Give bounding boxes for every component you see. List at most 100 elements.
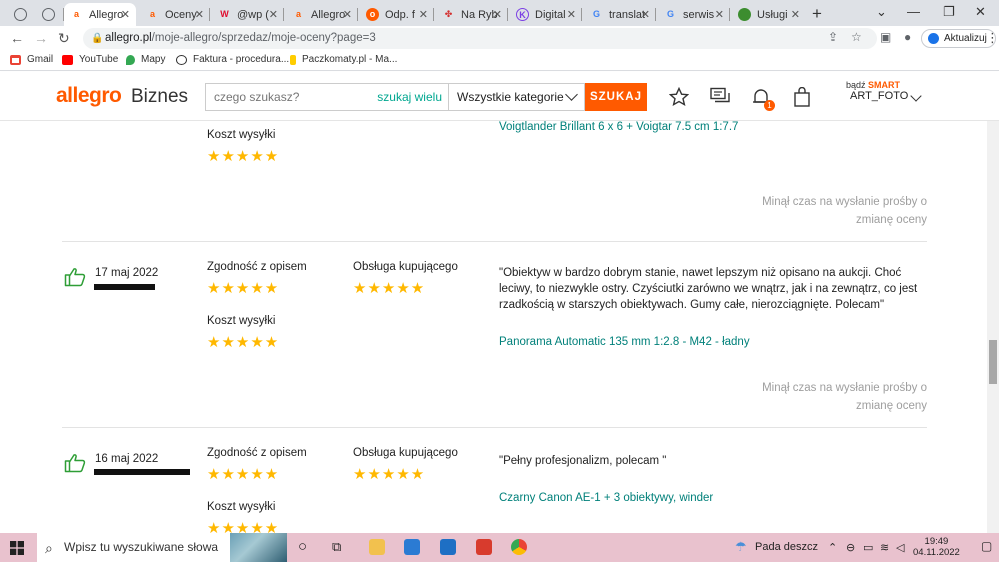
bookmark-youtube[interactable]: YouTube bbox=[62, 54, 118, 65]
browser-tab[interactable]: K Digital ✕ bbox=[510, 3, 582, 26]
close-icon[interactable]: ✕ bbox=[343, 8, 352, 21]
bookmark-maps[interactable]: Mapy bbox=[126, 54, 165, 65]
window-close-icon[interactable]: ✕ bbox=[975, 4, 986, 20]
browser-tab-active[interactable]: a Allegro ✕ bbox=[64, 3, 136, 26]
new-tab-icon[interactable]: + bbox=[812, 4, 822, 24]
scrollbar-thumb[interactable] bbox=[989, 340, 997, 384]
tab-label: Usługi bbox=[757, 8, 788, 21]
close-icon[interactable]: ✕ bbox=[121, 8, 130, 21]
reviews-list: Koszt wysyłki ★★★★★ Voigtlander Brillant… bbox=[0, 121, 987, 533]
offer-link[interactable]: Voigtlander Brillant 6 x 6 + Voigtar 7.5… bbox=[499, 121, 738, 133]
wifi-icon[interactable]: ≋ bbox=[880, 541, 889, 554]
messages-icon[interactable] bbox=[710, 87, 731, 107]
share-icon[interactable]: ⇪ bbox=[828, 30, 838, 44]
offer-link[interactable]: Czarny Canon AE-1 + 3 obiektywy, winder bbox=[499, 492, 713, 504]
close-icon[interactable]: ✕ bbox=[493, 8, 502, 21]
browser-tab[interactable]: o Odp. f ✕ bbox=[360, 3, 434, 26]
redacted-buyer bbox=[94, 469, 190, 475]
tab-label: serwis bbox=[683, 8, 715, 21]
taskbar: ⌕ Wpisz tu wyszukiwane słowa ○ ⧉ ☂ Pada … bbox=[0, 533, 999, 562]
minimize-icon[interactable]: — bbox=[907, 4, 920, 19]
notifications-icon[interactable]: ▢ bbox=[981, 539, 992, 553]
task-view-icon[interactable]: ⧉ bbox=[332, 539, 341, 555]
browser-tab[interactable]: a Allegro ✕ bbox=[286, 3, 358, 26]
search-placeholder: czego szukasz? bbox=[214, 90, 300, 104]
browser-tab[interactable]: G translat ✕ bbox=[584, 3, 656, 26]
bookmarks-bar: Gmail YouTube Mapy Faktura - procedura..… bbox=[0, 51, 999, 71]
notification-badge: 1 bbox=[764, 100, 775, 111]
weather-label[interactable]: Pada deszcz bbox=[755, 541, 818, 553]
battery-icon[interactable]: ▭ bbox=[863, 541, 873, 554]
file-explorer-icon[interactable] bbox=[369, 539, 385, 555]
side-panel-icon[interactable]: ▣ bbox=[880, 30, 891, 44]
browser-tab[interactable]: Usługi ✕ bbox=[732, 3, 806, 26]
cart-bag-icon[interactable] bbox=[793, 87, 811, 107]
star-outline-icon[interactable] bbox=[669, 87, 689, 107]
gift-app-icon[interactable] bbox=[476, 539, 492, 555]
rating-stars: ★★★★★ bbox=[353, 466, 426, 483]
review-comment: "Obiektyw w bardzo dobrym stanie, nawet … bbox=[499, 267, 918, 311]
browser-tab[interactable]: G serwis ✕ bbox=[658, 3, 730, 26]
allegro-logo[interactable]: allegro bbox=[56, 84, 122, 108]
browser-tab[interactable] bbox=[8, 3, 36, 26]
close-icon[interactable]: ✕ bbox=[791, 8, 800, 21]
search-button[interactable]: SZUKAJ bbox=[585, 83, 647, 111]
maps-pin-icon bbox=[126, 54, 135, 65]
forward-arrow-icon[interactable]: → bbox=[34, 30, 48, 46]
close-icon[interactable]: ✕ bbox=[419, 8, 428, 21]
review-date: 16 maj 2022 bbox=[95, 453, 159, 465]
delivery-cost-label: Koszt wysyłki bbox=[207, 129, 276, 141]
offer-link[interactable]: Panorama Automatic 135 mm 1:2.8 - M42 - … bbox=[499, 336, 750, 348]
cortana-circle-icon[interactable]: ○ bbox=[298, 538, 307, 555]
tab-label: Digital bbox=[535, 8, 566, 21]
chrome-icon bbox=[42, 8, 55, 21]
windows-start-icon[interactable] bbox=[10, 541, 24, 555]
update-button[interactable]: Aktualizuj bbox=[921, 29, 996, 48]
description-label: Zgodność z opisem bbox=[207, 261, 307, 273]
youtube-icon bbox=[62, 54, 73, 65]
search-many-link[interactable]: szukaj wielu bbox=[377, 84, 442, 110]
maximize-icon[interactable]: ❐ bbox=[943, 4, 955, 20]
smart-promo[interactable]: bądź SMART bbox=[846, 80, 900, 90]
close-icon[interactable]: ✕ bbox=[195, 8, 204, 21]
browser-tab[interactable]: a Oceny ✕ bbox=[140, 3, 210, 26]
menu-dots-icon[interactable]: ⋮ bbox=[986, 30, 999, 46]
url-field[interactable]: 🔒 allegro.pl/moje-allegro/sprzedaz/moje-… bbox=[83, 28, 877, 49]
google-icon: G bbox=[666, 9, 674, 19]
store-icon[interactable] bbox=[404, 539, 420, 555]
gmail-icon bbox=[10, 54, 21, 65]
service-label: Obsługa kupującego bbox=[353, 447, 458, 459]
bookmark-gmail[interactable]: Gmail bbox=[10, 54, 53, 65]
expired-note: Minął czas na wysłanie prośby o zmianę o… bbox=[762, 196, 927, 226]
browser-tab[interactable]: W @wp ( ✕ bbox=[212, 3, 284, 26]
fish-icon: ✤ bbox=[444, 9, 453, 19]
browser-tab[interactable]: ✤ Na Ryb ✕ bbox=[436, 3, 508, 26]
bookmark-paczkomaty[interactable]: Paczkomaty.pl - Ma... bbox=[290, 54, 397, 65]
chevron-up-icon[interactable]: ⌃ bbox=[828, 541, 837, 554]
scrollbar-track[interactable] bbox=[987, 121, 999, 533]
tab-search-chevron-icon[interactable]: ⌄ bbox=[876, 4, 887, 20]
browser-tab[interactable] bbox=[36, 3, 64, 26]
close-icon[interactable]: ✕ bbox=[715, 8, 724, 21]
bookmark-star-icon[interactable]: ☆ bbox=[851, 30, 862, 44]
tab-label: Allegro bbox=[89, 8, 124, 21]
close-icon[interactable]: ✕ bbox=[269, 8, 278, 21]
thumbs-up-icon bbox=[64, 268, 86, 287]
leaf-icon bbox=[738, 8, 751, 21]
address-bar: ← → ↻ 🔒 allegro.pl/moje-allegro/sprzedaz… bbox=[0, 26, 999, 51]
bookmark-faktura[interactable]: Faktura - procedura... bbox=[176, 54, 289, 65]
close-icon[interactable]: ✕ bbox=[641, 8, 650, 21]
url-path: /moje-allegro/sprzedaz/moje-oceny?page=3 bbox=[151, 32, 376, 44]
network-icon[interactable]: ⊖ bbox=[846, 541, 855, 554]
search-input[interactable]: czego szukasz? szukaj wielu bbox=[205, 83, 449, 111]
mail-icon[interactable] bbox=[440, 539, 456, 555]
profile-icon[interactable]: ● bbox=[904, 30, 911, 44]
clock[interactable]: 19:49 04.11.2022 bbox=[913, 536, 960, 558]
back-arrow-icon[interactable]: ← bbox=[10, 30, 24, 46]
volume-icon[interactable]: ◁ bbox=[896, 541, 904, 554]
close-icon[interactable]: ✕ bbox=[567, 8, 576, 21]
user-menu[interactable]: ART_FOTO bbox=[850, 90, 908, 102]
category-select[interactable]: Wszystkie kategorie bbox=[449, 83, 585, 111]
chrome-taskbar-icon[interactable] bbox=[511, 539, 527, 555]
reload-icon[interactable]: ↻ bbox=[58, 30, 70, 47]
